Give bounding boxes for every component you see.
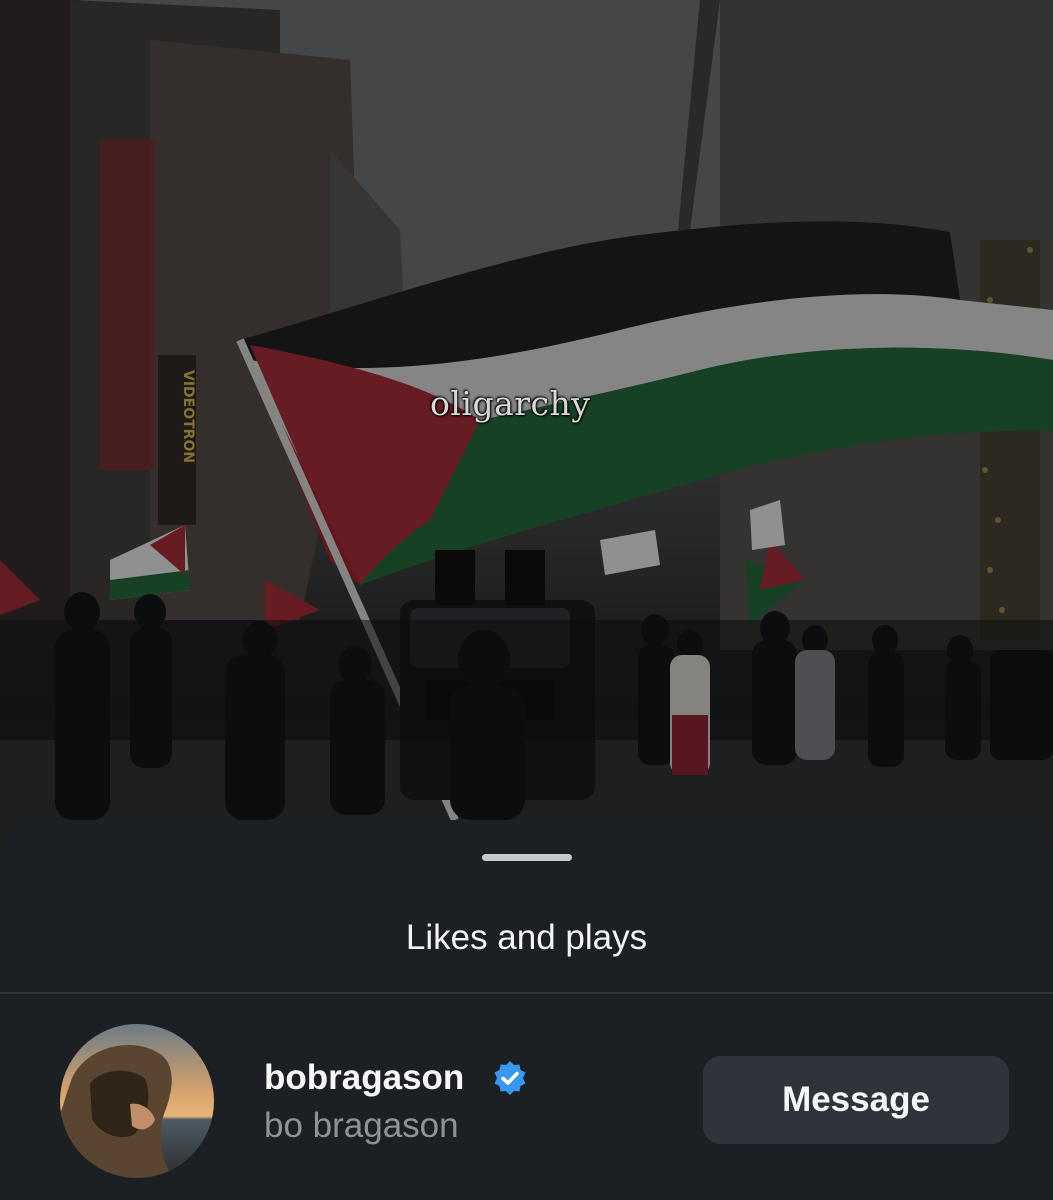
- divider: [0, 992, 1053, 994]
- username[interactable]: bobragason: [264, 1058, 464, 1098]
- drag-handle[interactable]: [482, 854, 572, 861]
- screen: VIDEOTRON oligarchy Likes and plays bobr…: [0, 0, 1053, 1200]
- dim-overlay: [0, 0, 1053, 880]
- video-caption: oligarchy: [430, 384, 591, 423]
- verified-badge-icon: [494, 1061, 526, 1095]
- sheet-title: Likes and plays: [405, 918, 648, 957]
- likes-sheet: Likes and plays bobragason bo bragason M…: [0, 820, 1053, 1200]
- avatar[interactable]: [60, 1024, 214, 1178]
- message-button[interactable]: Message: [703, 1056, 1009, 1144]
- avatar-image: [60, 1024, 214, 1178]
- video-frame: VIDEOTRON: [0, 0, 1053, 880]
- full-name: bo bragason: [264, 1106, 459, 1145]
- user-row[interactable]: bobragason bo bragason Message: [0, 996, 1053, 1200]
- video-player[interactable]: VIDEOTRON oligarchy: [0, 0, 1053, 880]
